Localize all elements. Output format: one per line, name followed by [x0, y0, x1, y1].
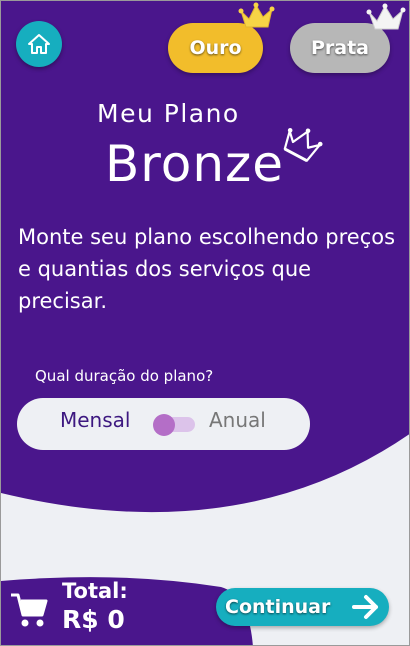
- crown-icon: [283, 128, 323, 163]
- intro-text: Monte seu plano escolhendo preços e quan…: [18, 225, 396, 313]
- continue-button[interactable]: Continuar: [216, 588, 389, 626]
- home-icon: [28, 34, 50, 54]
- arrow-right-icon: [352, 595, 378, 619]
- home-button[interactable]: [16, 21, 62, 67]
- continue-button-label: Continuar: [225, 596, 331, 618]
- duration-switch-knob[interactable]: [153, 414, 175, 436]
- plan-option-silver-label: Prata: [310, 37, 370, 59]
- total-label: Total:: [62, 579, 128, 603]
- plan-name: Bronze: [105, 135, 285, 193]
- duration-question: Qual duração do plano?: [35, 367, 214, 385]
- duration-option-yearly[interactable]: Anual: [209, 408, 266, 432]
- app-screen: Ouro Prata Meu Plano Bronze Monte seu pl…: [0, 0, 410, 646]
- cart-icon: [11, 593, 48, 627]
- header-background: [1, 1, 409, 513]
- total-value: R$ 0: [62, 605, 125, 634]
- crown-icon: [366, 3, 406, 30]
- crown-icon: [238, 2, 275, 28]
- plan-subtitle: Meu Plano: [97, 99, 240, 128]
- plan-option-gold-label: Ouro: [189, 37, 242, 59]
- duration-option-monthly[interactable]: Mensal: [60, 408, 130, 432]
